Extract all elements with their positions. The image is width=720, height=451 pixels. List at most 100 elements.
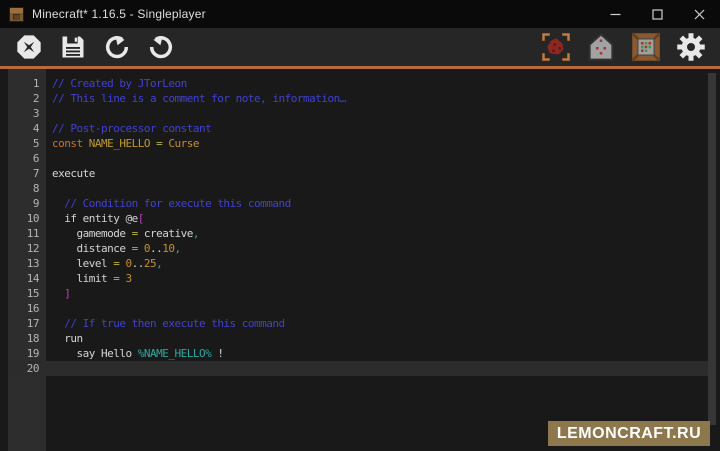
code-lines: // Created by JTorLeon // This line is a … xyxy=(8,69,708,376)
code-line[interactable]: say Hello %NAME_HELLO% ! xyxy=(8,346,708,361)
line-number: 20 xyxy=(8,361,46,376)
code-line[interactable] xyxy=(8,301,708,316)
maximize-icon xyxy=(652,9,663,20)
code-token: [ xyxy=(138,212,144,225)
line-number: 19 xyxy=(8,346,46,361)
code-token: 25 xyxy=(144,257,156,270)
code-token xyxy=(52,287,64,300)
code-token: , xyxy=(193,227,199,240)
crafting-table-icon xyxy=(631,32,661,62)
code-token: say Hello xyxy=(52,347,138,360)
code-token: // This line is a comment for note, info… xyxy=(52,92,346,105)
close-file-button[interactable] xyxy=(14,32,44,62)
code-token: gamemode xyxy=(52,227,132,240)
code-token: creative xyxy=(138,227,193,240)
line-number: 4 xyxy=(8,121,46,136)
code-line[interactable]: const NAME_HELLO = Curse xyxy=(8,136,708,151)
code-token: Curse xyxy=(168,137,199,150)
code-line[interactable]: // Created by JTorLeon xyxy=(8,76,708,91)
line-number-gutter: 1234567891011121314151617181920 xyxy=(8,69,46,376)
save-button[interactable] xyxy=(58,32,88,62)
code-token: limit xyxy=(52,272,113,285)
window-controls xyxy=(594,0,720,28)
code-line[interactable]: ] xyxy=(8,286,708,301)
code-line[interactable] xyxy=(8,361,708,376)
save-floppy-icon xyxy=(59,33,87,61)
code-token: %NAME_HELLO% xyxy=(138,347,211,360)
minimize-icon xyxy=(610,9,621,20)
redo-button[interactable] xyxy=(146,32,176,62)
code-line[interactable]: run xyxy=(8,331,708,346)
line-number: 11 xyxy=(8,226,46,241)
line-number: 9 xyxy=(8,196,46,211)
line-number: 3 xyxy=(8,106,46,121)
line-number: 8 xyxy=(8,181,46,196)
line-number: 1 xyxy=(8,76,46,91)
code-token: 10 xyxy=(162,242,174,255)
redstone-select-icon xyxy=(541,32,571,62)
code-token: ] xyxy=(64,287,70,300)
code-line[interactable] xyxy=(8,106,708,121)
crafting-table-button[interactable] xyxy=(631,32,661,62)
code-editor[interactable]: // Created by JTorLeon // This line is a … xyxy=(0,69,720,451)
code-line[interactable]: execute xyxy=(8,166,708,181)
code-token: run xyxy=(52,332,83,345)
code-line[interactable]: // Post-processor constant xyxy=(8,121,708,136)
window-title: Minecraft* 1.16.5 - Singleplayer xyxy=(32,7,206,21)
code-line[interactable] xyxy=(8,181,708,196)
line-number: 17 xyxy=(8,316,46,331)
code-token: .. xyxy=(150,242,162,255)
maximize-button[interactable] xyxy=(636,0,678,28)
code-line[interactable]: level = 0..25, xyxy=(8,256,708,271)
code-token: .. xyxy=(132,257,144,270)
code-line[interactable]: // If true then execute this command xyxy=(8,316,708,331)
code-line[interactable]: if entity @e[ xyxy=(8,211,708,226)
line-number: 15 xyxy=(8,286,46,301)
line-number: 10 xyxy=(8,211,46,226)
undo-icon xyxy=(103,33,131,61)
close-octagon-icon xyxy=(15,33,43,61)
line-number: 13 xyxy=(8,256,46,271)
code-line[interactable]: // This line is a comment for note, info… xyxy=(8,91,708,106)
watermark-banner: LEMONCRAFT.RU xyxy=(548,421,710,446)
code-token: if entity @e xyxy=(52,212,138,225)
code-token: NAME_HELLO xyxy=(89,137,150,150)
toolbar xyxy=(0,28,720,66)
app-window: Minecraft* 1.16.5 - Singleplayer xyxy=(0,0,720,451)
code-token: // Post-processor constant xyxy=(52,122,211,135)
code-line[interactable]: gamemode = creative, xyxy=(8,226,708,241)
line-number: 7 xyxy=(8,166,46,181)
code-token xyxy=(52,197,64,210)
close-window-button[interactable] xyxy=(678,0,720,28)
code-token: const xyxy=(52,137,89,150)
line-number: 6 xyxy=(8,151,46,166)
code-line[interactable] xyxy=(8,151,708,166)
code-token: // Condition for execute this command xyxy=(64,197,291,210)
code-token: // Created by JTorLeon xyxy=(52,77,187,90)
watermark-label: LEMONCRAFT.RU xyxy=(557,425,701,443)
code-line[interactable]: distance = 0..10, xyxy=(8,241,708,256)
line-number: 18 xyxy=(8,331,46,346)
code-token: // If true then execute this command xyxy=(64,317,284,330)
code-token: ! xyxy=(211,347,223,360)
redo-icon xyxy=(147,33,175,61)
line-number: 12 xyxy=(8,241,46,256)
code-token: execute xyxy=(52,167,95,180)
toolbar-left-group xyxy=(0,32,176,62)
line-number: 2 xyxy=(8,91,46,106)
structure-home-button[interactable] xyxy=(586,32,616,62)
titlebar: Minecraft* 1.16.5 - Singleplayer xyxy=(0,0,720,28)
vertical-scrollbar[interactable] xyxy=(708,73,716,425)
settings-button[interactable] xyxy=(676,32,706,62)
code-line[interactable]: limit = 3 xyxy=(8,271,708,286)
close-icon xyxy=(694,9,705,20)
code-token: distance xyxy=(52,242,132,255)
settings-gear-icon xyxy=(676,32,706,62)
code-token: 3 xyxy=(125,272,131,285)
redstone-select-button[interactable] xyxy=(541,32,571,62)
toolbar-right-group xyxy=(541,32,720,62)
undo-button[interactable] xyxy=(102,32,132,62)
code-line[interactable]: // Condition for execute this command xyxy=(8,196,708,211)
structure-home-icon xyxy=(586,32,616,62)
minimize-button[interactable] xyxy=(594,0,636,28)
